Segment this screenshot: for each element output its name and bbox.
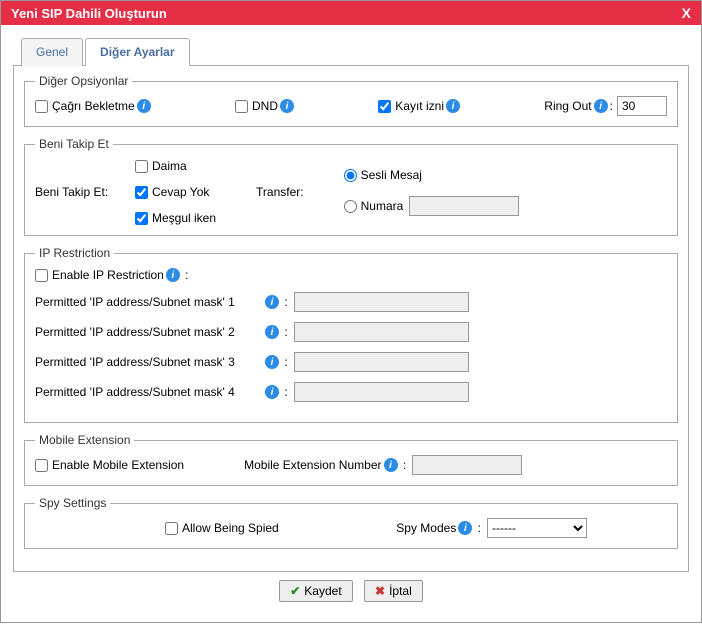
info-icon[interactable]: i — [280, 99, 294, 113]
tab-bar: Genel Diğer Ayarlar — [21, 38, 689, 66]
always-checkbox[interactable] — [135, 160, 148, 173]
ip-row-label: Permitted 'IP address/Subnet mask' 4 — [35, 385, 263, 399]
info-icon[interactable]: i — [384, 458, 398, 472]
ip-row-label: Permitted 'IP address/Subnet mask' 1 — [35, 295, 263, 309]
tab-panel: Diğer Opsiyonlar Çağrı Bekletme i DND i — [13, 65, 689, 572]
ringout-label: Ring Out — [544, 99, 591, 113]
dialog-window: Yeni SIP Dahili Oluşturun X Genel Diğer … — [0, 0, 702, 623]
legend-other-options: Diğer Opsiyonlar — [35, 74, 132, 88]
cancel-button[interactable]: ✖ İptal — [364, 580, 423, 602]
enable-mobile-checkbox[interactable] — [35, 459, 48, 472]
info-icon[interactable]: i — [166, 268, 180, 282]
transfer-label: Transfer: — [256, 185, 304, 199]
legend-followme: Beni Takip Et — [35, 137, 113, 151]
spy-modes-select[interactable]: ------ — [487, 518, 587, 538]
ip-row-label: Permitted 'IP address/Subnet mask' 3 — [35, 355, 263, 369]
info-icon[interactable]: i — [265, 355, 279, 369]
voicemail-radio[interactable] — [344, 169, 357, 182]
legend-spy: Spy Settings — [35, 496, 110, 510]
mobile-number-input[interactable] — [412, 455, 522, 475]
save-button[interactable]: ✔ Kaydet — [279, 580, 352, 602]
fieldset-mobile-extension: Mobile Extension Enable Mobile Extension… — [24, 433, 678, 486]
ip-input-2[interactable] — [294, 322, 469, 342]
content-area: Genel Diğer Ayarlar Diğer Opsiyonlar Çağ… — [1, 25, 701, 622]
enable-mobile-label: Enable Mobile Extension — [52, 458, 184, 472]
info-icon[interactable]: i — [458, 521, 472, 535]
tab-other-settings[interactable]: Diğer Ayarlar — [85, 38, 189, 66]
info-icon[interactable]: i — [446, 99, 460, 113]
callwaiting-label: Çağrı Bekletme — [52, 99, 135, 113]
allow-spy-label: Allow Being Spied — [182, 521, 279, 535]
tab-general[interactable]: Genel — [21, 38, 83, 66]
titlebar: Yeni SIP Dahili Oluşturun X — [1, 1, 701, 25]
ip-input-1[interactable] — [294, 292, 469, 312]
fieldset-spy-settings: Spy Settings Allow Being Spied Spy Modes… — [24, 496, 678, 549]
info-icon[interactable]: i — [265, 295, 279, 309]
legend-ip: IP Restriction — [35, 246, 114, 260]
fieldset-followme: Beni Takip Et Beni Takip Et: Daima Cevap… — [24, 137, 678, 236]
voicemail-label: Sesli Mesaj — [361, 168, 422, 182]
noanswer-checkbox[interactable] — [135, 186, 148, 199]
always-label: Daima — [152, 159, 187, 173]
callwaiting-checkbox[interactable] — [35, 100, 48, 113]
record-checkbox[interactable] — [378, 100, 391, 113]
busy-label: Meşgul iken — [152, 211, 216, 225]
allow-spy-checkbox[interactable] — [165, 522, 178, 535]
window-title: Yeni SIP Dahili Oluşturun — [11, 6, 167, 21]
record-label: Kayıt izni — [395, 99, 444, 113]
check-icon: ✔ — [290, 584, 300, 598]
info-icon[interactable]: i — [594, 99, 608, 113]
legend-mobile: Mobile Extension — [35, 433, 134, 447]
ip-input-3[interactable] — [294, 352, 469, 372]
cancel-label: İptal — [389, 584, 412, 598]
info-icon[interactable]: i — [265, 385, 279, 399]
spy-modes-label: Spy Modes — [396, 521, 456, 535]
fieldset-other-options: Diğer Opsiyonlar Çağrı Bekletme i DND i — [24, 74, 678, 127]
close-icon[interactable]: X — [682, 5, 691, 21]
close-icon: ✖ — [375, 584, 385, 598]
ip-input-4[interactable] — [294, 382, 469, 402]
save-label: Kaydet — [304, 584, 341, 598]
enable-ip-label: Enable IP Restriction — [52, 268, 164, 282]
number-radio[interactable] — [344, 200, 357, 213]
number-label: Numara — [361, 199, 404, 213]
followme-label: Beni Takip Et: — [35, 185, 125, 199]
info-icon[interactable]: i — [137, 99, 151, 113]
fieldset-ip-restriction: IP Restriction Enable IP Restriction i :… — [24, 246, 678, 423]
busy-checkbox[interactable] — [135, 212, 148, 225]
dnd-checkbox[interactable] — [235, 100, 248, 113]
dnd-label: DND — [252, 99, 278, 113]
number-input[interactable] — [409, 196, 519, 216]
ip-row-label: Permitted 'IP address/Subnet mask' 2 — [35, 325, 263, 339]
ringout-input[interactable] — [617, 96, 667, 116]
enable-ip-checkbox[interactable] — [35, 269, 48, 282]
info-icon[interactable]: i — [265, 325, 279, 339]
mobile-number-label: Mobile Extension Number — [244, 458, 381, 472]
footer-buttons: ✔ Kaydet ✖ İptal — [13, 572, 689, 610]
noanswer-label: Cevap Yok — [152, 185, 209, 199]
